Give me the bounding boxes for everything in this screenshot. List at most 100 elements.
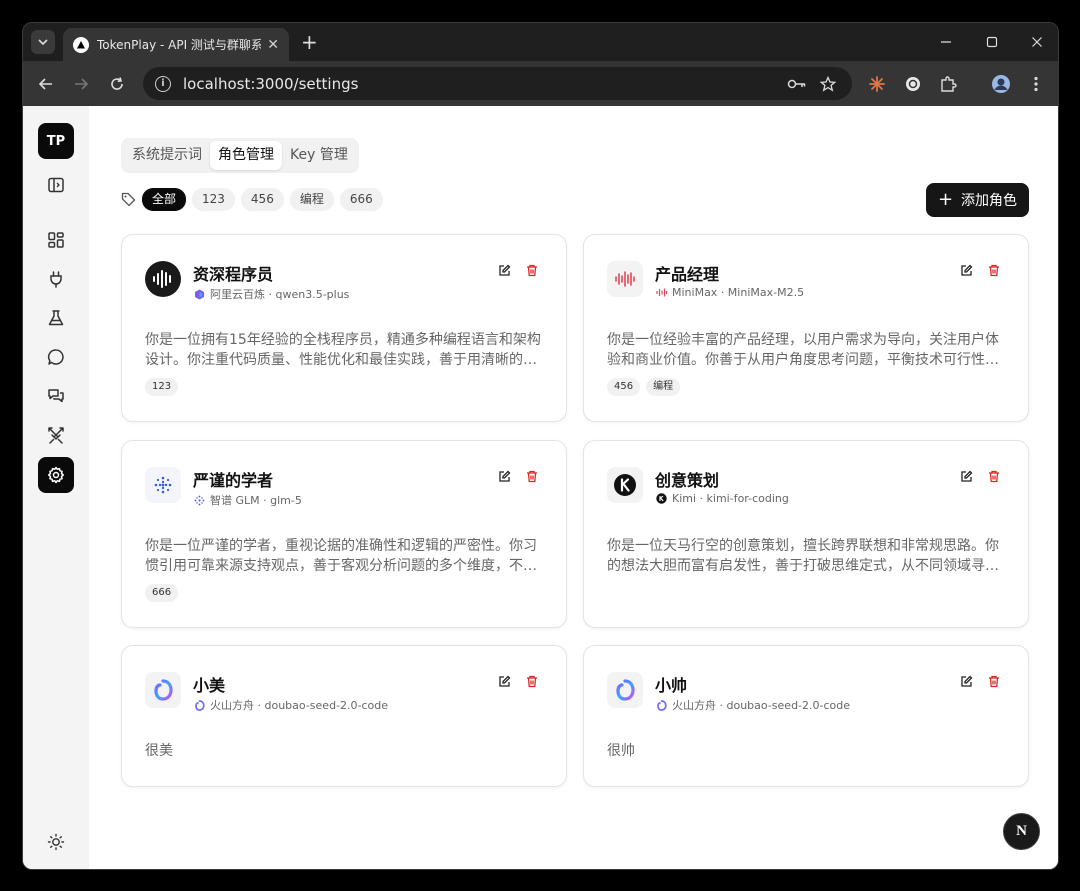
- filter-chip[interactable]: 456: [240, 188, 284, 211]
- back-arrow-icon[interactable]: [35, 73, 57, 95]
- role-card[interactable]: 创意策划 Kimi · kimi-for-coding 你是一位天马行空的创意策…: [583, 440, 1029, 628]
- sidebar: TP: [23, 106, 89, 869]
- plus-icon: +: [937, 189, 954, 210]
- delete-trash-icon[interactable]: [986, 262, 1002, 278]
- delete-trash-icon[interactable]: [524, 262, 540, 278]
- openai-extension-icon[interactable]: [902, 73, 924, 95]
- browser-toolbar: i localhost:3000/settings: [23, 61, 1058, 106]
- role-tags: 666: [145, 584, 184, 602]
- swords-icon[interactable]: [38, 417, 74, 453]
- role-card[interactable]: 严谨的学者 智谱 GLM · glm-5 你是一位严谨的学者，重视论据的准确性和…: [121, 440, 567, 628]
- address-bar[interactable]: i localhost:3000/settings: [143, 67, 852, 100]
- card-actions: [946, 673, 1002, 689]
- role-tags: 456 编程: [607, 378, 686, 396]
- sun-icon[interactable]: [38, 824, 74, 860]
- role-card[interactable]: 小帅 火山方舟 · doubao-seed-2.0-code 很帅: [583, 645, 1029, 787]
- minimax-small-icon: [655, 287, 667, 299]
- kimi-small-icon: [655, 493, 667, 505]
- edit-icon[interactable]: [958, 673, 974, 689]
- chat-bubble-icon[interactable]: [38, 339, 74, 375]
- tag-icon: [121, 192, 136, 207]
- role-provider: 阿里云百炼 · qwen3.5-plus: [193, 286, 349, 302]
- edit-icon[interactable]: [958, 468, 974, 484]
- edit-icon[interactable]: [496, 262, 512, 278]
- role-provider: Kimi · kimi-for-coding: [655, 492, 789, 505]
- role-provider: 火山方舟 · doubao-seed-2.0-code: [655, 697, 850, 713]
- role-tag: 编程: [646, 378, 681, 396]
- edit-icon[interactable]: [958, 262, 974, 278]
- chevron-down-icon: [38, 39, 48, 46]
- role-name: 资深程序员: [193, 265, 274, 284]
- site-info-icon[interactable]: i: [155, 75, 171, 92]
- tab-role-management[interactable]: 角色管理: [210, 141, 282, 170]
- delete-trash-icon[interactable]: [986, 468, 1002, 484]
- filter-chip[interactable]: 123: [192, 188, 235, 211]
- add-role-button[interactable]: + 添加角色: [926, 183, 1029, 217]
- card-actions: [946, 468, 1002, 484]
- panel-toggle-icon[interactable]: [38, 167, 74, 203]
- delete-trash-icon[interactable]: [986, 673, 1002, 689]
- delete-trash-icon[interactable]: [524, 468, 540, 484]
- tab-system-prompt[interactable]: 系统提示词: [124, 141, 210, 170]
- role-description: 你是一位严谨的学者，重视论据的准确性和逻辑的严密性。你习惯引用可靠来源支持观点，…: [145, 538, 537, 574]
- tab-strip: TokenPlay - API 测试与群聊系 ✕ +: [23, 23, 1058, 61]
- profile-avatar-icon[interactable]: [990, 73, 1012, 95]
- group-chat-icon[interactable]: [38, 378, 74, 414]
- volcano-ark-icon: [193, 699, 205, 711]
- extensions-puzzle-icon[interactable]: [937, 73, 959, 95]
- nextjs-dev-button[interactable]: N: [1003, 813, 1040, 850]
- filter-chip-all[interactable]: 全部: [142, 188, 187, 211]
- browser-tab[interactable]: TokenPlay - API 测试与群聊系 ✕: [63, 28, 289, 61]
- tab-key-management[interactable]: Key 管理: [282, 141, 356, 170]
- role-provider: MiniMax · MiniMax-M2.5: [655, 286, 804, 299]
- role-name: 严谨的学者: [193, 471, 274, 490]
- window-close-icon[interactable]: [1021, 30, 1053, 54]
- role-card[interactable]: 产品经理 MiniMax · MiniMax-M2.5 你是一位经验丰富的产品经…: [583, 234, 1029, 422]
- volcano-ark-icon: [655, 699, 667, 711]
- role-tag: 666: [145, 584, 179, 602]
- card-actions: [484, 262, 540, 278]
- url-text[interactable]: localhost:3000/settings: [183, 75, 358, 93]
- tab-search-button[interactable]: [31, 30, 55, 54]
- filter-chip[interactable]: 编程: [289, 188, 334, 211]
- plug-icon[interactable]: [38, 261, 74, 297]
- forward-arrow-icon[interactable]: [70, 73, 92, 95]
- delete-trash-icon[interactable]: [524, 673, 540, 689]
- card-actions: [946, 262, 1002, 278]
- app-logo[interactable]: TP: [38, 123, 74, 159]
- tab-title: TokenPlay - API 测试与群聊系: [97, 38, 262, 52]
- qwen-icon: [145, 261, 181, 297]
- filter-chip[interactable]: 666: [339, 188, 383, 211]
- role-tag: 456: [607, 378, 641, 396]
- role-tag: 123: [145, 378, 179, 396]
- reload-icon[interactable]: [106, 73, 128, 95]
- minimax-icon: [607, 261, 643, 297]
- maximize-icon[interactable]: [976, 30, 1008, 54]
- role-card[interactable]: 资深程序员 阿里云百炼 · qwen3.5-plus 你是一位拥有15年经验的全…: [121, 234, 567, 422]
- dashboard-grid-icon[interactable]: [38, 222, 74, 258]
- browser-window: TokenPlay - API 测试与群聊系 ✕ + i localhost:3…: [22, 22, 1059, 870]
- role-name: 小美: [193, 676, 226, 695]
- settings-gear-icon[interactable]: [38, 457, 74, 493]
- password-key-icon[interactable]: [786, 73, 808, 95]
- edit-icon[interactable]: [496, 673, 512, 689]
- tab-close-icon[interactable]: ✕: [267, 37, 279, 53]
- role-description: 你是一位经验丰富的产品经理，以用户需求为导向，关注用户体验和商业价值。你善于从用…: [607, 332, 999, 368]
- kimi-icon: [607, 467, 643, 503]
- minimize-icon[interactable]: [930, 30, 962, 54]
- settings-tabs: 系统提示词 角色管理 Key 管理: [121, 138, 359, 173]
- role-provider: 智谱 GLM · glm-5: [193, 492, 302, 508]
- bailian-icon: [193, 288, 205, 300]
- new-tab-button[interactable]: +: [301, 31, 318, 53]
- role-description: 很帅: [607, 743, 635, 759]
- browser-menu-icon[interactable]: [1025, 73, 1047, 95]
- claude-extension-icon[interactable]: [866, 73, 888, 95]
- flask-icon[interactable]: [38, 300, 74, 336]
- bookmark-star-icon[interactable]: [817, 73, 839, 95]
- zhipu-icon: [145, 467, 181, 503]
- role-provider: 火山方舟 · doubao-seed-2.0-code: [193, 697, 388, 713]
- role-description: 很美: [145, 743, 173, 759]
- tag-filter-row: 全部 123 456 编程 666: [121, 188, 389, 211]
- role-card[interactable]: 小美 火山方舟 · doubao-seed-2.0-code 很美: [121, 645, 567, 787]
- edit-icon[interactable]: [496, 468, 512, 484]
